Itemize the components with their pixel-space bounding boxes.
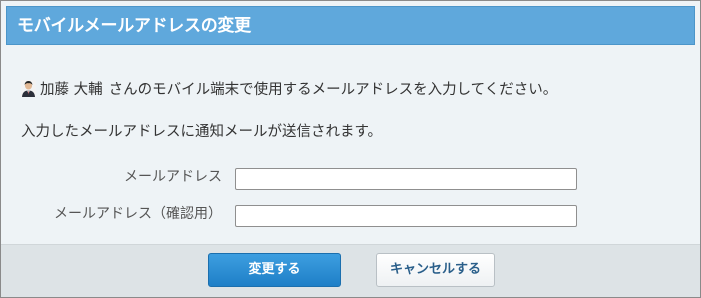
change-mobile-email-dialog: モバイルメールアドレスの変更 加藤 大輔 さんのモバイル端末で使用するメールアド… — [0, 0, 701, 298]
email-confirm-input[interactable] — [235, 205, 577, 227]
user-avatar-icon — [21, 79, 36, 97]
cancel-button[interactable]: キャンセルする — [376, 253, 495, 287]
instruction-text: さんのモバイル端末で使用するメールアドレスを入力してください。 — [108, 81, 558, 98]
email-input[interactable] — [235, 168, 577, 190]
user-name: 加藤 大輔 — [40, 81, 103, 98]
instruction-line: 加藤 大輔 さんのモバイル端末で使用するメールアドレスを入力してください。 — [21, 77, 557, 99]
email-label: メールアドレス — [124, 169, 222, 185]
dialog-title-bar: モバイルメールアドレスの変更 — [6, 6, 695, 45]
dialog-footer: 変更する キャンセルする — [1, 244, 700, 297]
dialog-title: モバイルメールアドレスの変更 — [17, 16, 251, 36]
notice-text: 入力したメールアドレスに通知メールが送信されます。 — [21, 124, 383, 140]
email-confirm-label: メールアドレス（確認用） — [54, 206, 222, 222]
submit-button[interactable]: 変更する — [208, 253, 341, 287]
